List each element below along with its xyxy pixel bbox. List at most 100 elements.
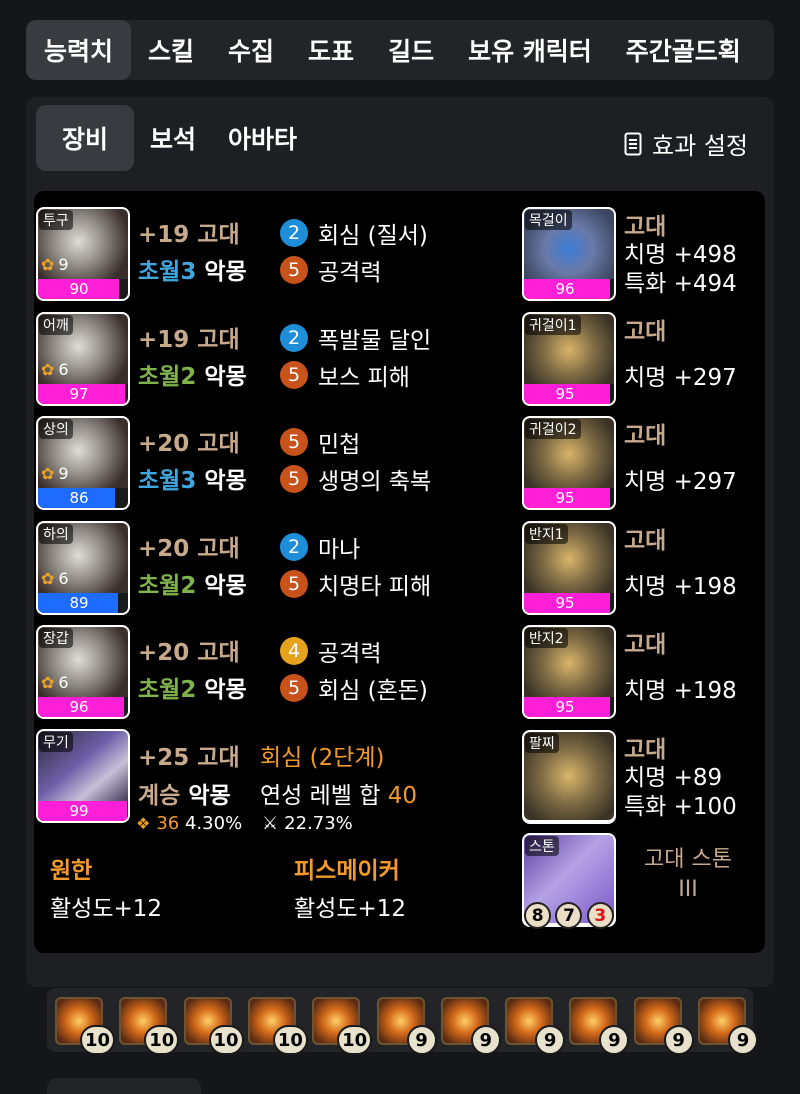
set-name-2: 피스메이커 [294, 858, 400, 884]
subtab-avatar[interactable]: 아바타 [212, 105, 313, 171]
slot-label: 팔찌 [525, 732, 559, 753]
engraving: 5 생명의 축복 [280, 462, 431, 496]
transcend-elixir: 초월2 악몽 [138, 363, 247, 390]
quality-value: 97 [69, 384, 89, 403]
quality-value: 96 [69, 698, 89, 716]
effect-settings-button[interactable]: 효과 설정 [624, 126, 748, 161]
slot-label: 귀걸이2 [525, 419, 581, 439]
engraving: 5 치명타 피해 [280, 567, 431, 601]
engraving-name: 폭발물 달인 [318, 327, 432, 354]
engraving-name: 민첩 [318, 432, 361, 458]
gem-level: 9 [470, 1025, 501, 1055]
accessory-thumb[interactable]: 목걸이 96 [522, 207, 616, 301]
gem-item[interactable]: 10 [119, 997, 180, 1055]
weapon-stat-1: ❖ 36 4.30% [136, 813, 243, 834]
accessory-stat: 치명 +198 [624, 573, 737, 600]
gem-bar: 10 10 10 10 10 9 9 9 9 9 9 [47, 988, 758, 1055]
effect-settings-label: 효과 설정 [652, 132, 748, 160]
equipment-thumb[interactable]: 투구 ✿ 9 90 [36, 207, 130, 301]
quality-value: 86 [69, 489, 89, 507]
slot-label: 하의 [39, 523, 73, 544]
gem-level: 10 [144, 1025, 180, 1055]
quality-value: 95 [555, 384, 575, 403]
equipment-box: 투구 ✿ 9 90 +19 고대 초월3 악몽 2 회심 (질서) 5 공격력 어… [34, 191, 765, 953]
stone-level-1: 8 [524, 902, 552, 929]
weapon-thumb[interactable]: 무기 99 [36, 729, 130, 823]
stone-thumb[interactable]: 스톤 8 7 3 [522, 833, 616, 929]
transcend-elixir: 초월2 악몽 [138, 572, 247, 599]
top-tab-bar: 능력치 스킬 수집 도표 길드 보유 캐릭터 주간골드획 [26, 20, 774, 80]
quality-bar: 96 [38, 697, 128, 717]
slot-label: 투구 [39, 210, 73, 230]
accessory-thumb[interactable]: 반지1 95 [522, 520, 616, 615]
flame-icon: ❖ [136, 814, 151, 833]
slot-label: 어깨 [39, 314, 73, 335]
gem-item[interactable]: 9 [569, 997, 630, 1055]
bottom-button-stub[interactable] [47, 1078, 201, 1094]
elixir-level: ✿ 9 [41, 255, 69, 274]
gem-item[interactable]: 9 [633, 997, 694, 1055]
upgrade-grade: +20 고대 [138, 431, 240, 457]
gem-level: 10 [337, 1025, 373, 1055]
gem-item[interactable]: 9 [376, 997, 437, 1055]
tab-stats[interactable]: 능력치 [26, 20, 132, 80]
gem-item[interactable]: 10 [55, 997, 115, 1055]
upgrade-grade: +19 고대 [138, 326, 240, 353]
accessory-stat: 특화 +494 [624, 271, 737, 297]
tab-characters[interactable]: 보유 캐릭터 [451, 20, 609, 80]
engraving-level: 5 [280, 360, 308, 389]
quality-bar: 90 [38, 279, 128, 299]
engraving-level: 5 [280, 256, 308, 284]
elixir-level: ✿ 6 [41, 568, 69, 588]
gem-item[interactable]: 9 [505, 997, 566, 1055]
gem-item[interactable]: 10 [247, 997, 308, 1055]
gem-item[interactable]: 9 [440, 997, 501, 1055]
subtab-gems[interactable]: 보석 [134, 105, 212, 171]
gem-item[interactable]: 9 [698, 997, 758, 1055]
quality-bar: 95 [524, 697, 614, 717]
gem-level: 10 [79, 1025, 115, 1055]
tab-weekly-gold[interactable]: 주간골드획 [609, 20, 758, 80]
accessory-thumb[interactable]: 팔찌 [522, 729, 616, 824]
equipment-panel: 장비 보석 아바타 효과 설정 투구 ✿ 9 90 +19 고대 초월3 악몽 2… [26, 97, 774, 987]
weapon-effect: 회심 (2단계) [260, 745, 385, 771]
transcend-elixir: 초월3 악몽 [138, 259, 247, 285]
weapon-upgrade-grade: +25 고대 [138, 745, 240, 771]
equipment-thumb[interactable]: 상의 ✿ 9 86 [36, 416, 130, 510]
weapon-succession: 계승 악몽 [138, 783, 231, 809]
accessory-thumb[interactable]: 귀걸이1 95 [522, 311, 616, 406]
engraving: 2 마나 [280, 530, 360, 564]
engraving: 2 회심 (질서) [280, 216, 428, 250]
engraving-name: 보스 피해 [318, 364, 410, 391]
set-value-2: 활성도+12 [294, 896, 407, 922]
engraving-level: 2 [280, 323, 308, 352]
tab-chart[interactable]: 도표 [291, 20, 371, 80]
gem-item[interactable]: 10 [312, 997, 373, 1055]
quality-bar: 95 [524, 383, 614, 404]
tab-skills[interactable]: 스킬 [131, 20, 211, 80]
leaf-icon: ✿ [41, 464, 55, 483]
stone-level-2: 7 [555, 902, 583, 929]
accessory-stat: 특화 +100 [624, 793, 737, 820]
set-name-1: 원한 [50, 858, 93, 884]
stone-levels: 8 7 3 [522, 902, 616, 929]
equipment-thumb[interactable]: 어깨 ✿ 6 97 [36, 311, 130, 406]
equipment-thumb[interactable]: 장갑 ✿ 6 96 [36, 625, 130, 719]
gem-level: 9 [663, 1025, 694, 1055]
slot-label: 무기 [39, 732, 73, 752]
accessory-thumb[interactable]: 귀걸이2 95 [522, 416, 616, 510]
slot-label: 귀걸이1 [525, 314, 581, 335]
quality-bar: 89 [38, 592, 128, 613]
quality-value: 99 [69, 802, 89, 820]
equipment-thumb[interactable]: 하의 ✿ 6 89 [36, 520, 130, 615]
engraving-level: 5 [280, 674, 308, 702]
slot-label: 목걸이 [525, 210, 572, 230]
quality-value: 95 [555, 593, 575, 612]
accessory-thumb[interactable]: 반지2 95 [522, 625, 616, 719]
subtab-equipment[interactable]: 장비 [36, 105, 135, 171]
engraving-name: 공격력 [318, 641, 382, 667]
accessory-stat: 치명 +297 [624, 469, 737, 495]
tab-collection[interactable]: 수집 [211, 20, 291, 80]
gem-item[interactable]: 10 [183, 997, 244, 1055]
tab-guild[interactable]: 길드 [371, 20, 451, 80]
